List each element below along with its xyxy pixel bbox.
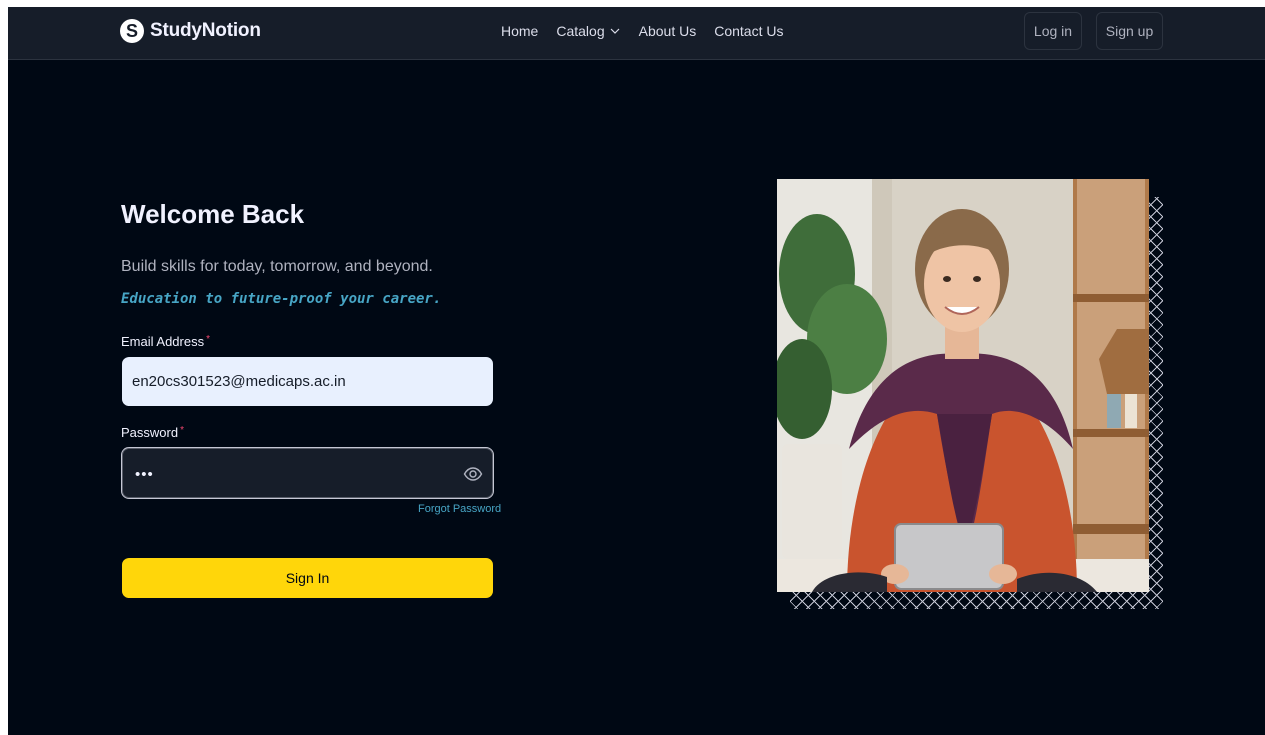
chevron-down-icon [610,28,620,34]
password-field[interactable] [133,462,437,486]
email-label: Email Address * [121,334,210,349]
nav-links: Home Catalog About Us Contact Us [501,23,783,39]
login-button[interactable]: Log in [1024,12,1082,50]
email-field[interactable] [122,357,493,406]
page-subtitle: Build skills for today, tomorrow, and be… [121,251,501,315]
logo[interactable]: S StudyNotion [120,19,261,43]
sign-in-button[interactable]: Sign In [122,558,493,598]
page-title: Welcome Back [121,199,305,229]
student-photo [777,179,1149,592]
password-field-wrapper [121,447,494,499]
subtitle-accent: Education to future-proof your career. [121,291,442,307]
forgot-password-link[interactable]: Forgot Password [418,503,501,515]
signup-button[interactable]: Sign up [1096,12,1163,50]
password-required-mark: * [180,425,184,436]
password-label: Password * [121,425,184,440]
navbar: S StudyNotion Home Catalog About Us Cont… [8,7,1265,60]
nav-catalog-label: Catalog [556,23,605,39]
subtitle-text: Build skills for today, tomorrow, and be… [121,258,433,275]
password-label-text: Password [121,425,179,440]
nav-about[interactable]: About Us [639,23,697,39]
nav-home[interactable]: Home [501,23,538,39]
student-photo-illustration [777,179,1149,592]
email-label-text: Email Address [121,334,205,349]
logo-mark: S [120,19,144,43]
app-window: S StudyNotion Home Catalog About Us Cont… [8,7,1265,735]
nav-catalog[interactable]: Catalog [556,23,620,39]
eye-icon[interactable] [463,464,483,484]
nav-contact[interactable]: Contact Us [714,23,783,39]
logo-text: StudyNotion [150,20,261,41]
email-required-mark: * [206,334,210,345]
